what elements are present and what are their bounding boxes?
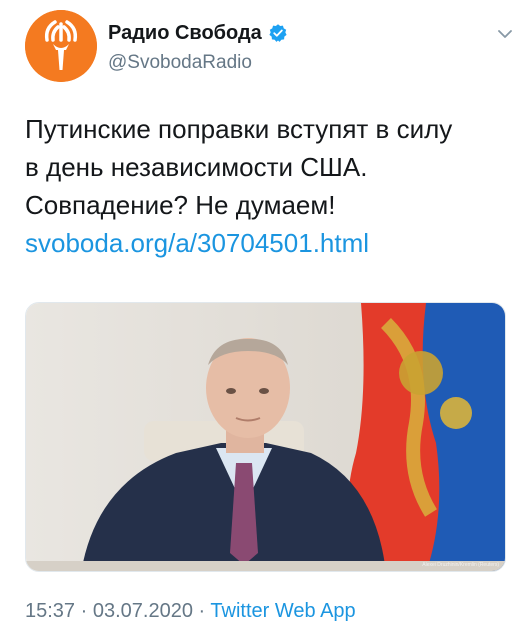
chevron-down-icon[interactable] [495,24,515,44]
account-names: Радио Свобода @SvobodaRadio [108,20,288,74]
photo-illustration [26,303,505,571]
avatar[interactable] [25,10,97,82]
verified-badge-icon [269,24,287,42]
tweet-text: Путинские поправки вступят в силу в день… [25,110,515,262]
tweet-line: Совпадение? Не думаем! [25,190,336,220]
rferl-torch-logo-icon [25,10,97,82]
meta-separator: · [198,600,206,622]
tweet-header: Радио Свобода @SvobodaRadio [25,10,515,82]
meta-separator: · [80,600,88,622]
tweet-date[interactable]: 03.07.2020 [93,600,193,622]
tweet-source[interactable]: Twitter Web App [210,600,355,622]
display-name[interactable]: Радио Свобода [108,22,262,45]
photo-credit: Alexei Druzhinin/Kremlin (Reuters) [422,562,499,568]
tweet-time[interactable]: 15:37 [25,600,75,622]
display-name-row: Радио Свобода [108,20,288,46]
tweet-line: Путинские поправки вступят в силу [25,114,453,144]
account-handle[interactable]: @SvobodaRadio [108,52,288,74]
tweet-photo[interactable]: Alexei Druzhinin/Kremlin (Reuters) [25,302,506,572]
tweet-line: в день независимости США. [25,152,368,182]
tweet-link[interactable]: svoboda.org/a/30704501.html [25,224,515,262]
tweet-meta: 15:37 · 03.07.2020 · Twitter Web App [25,600,356,623]
